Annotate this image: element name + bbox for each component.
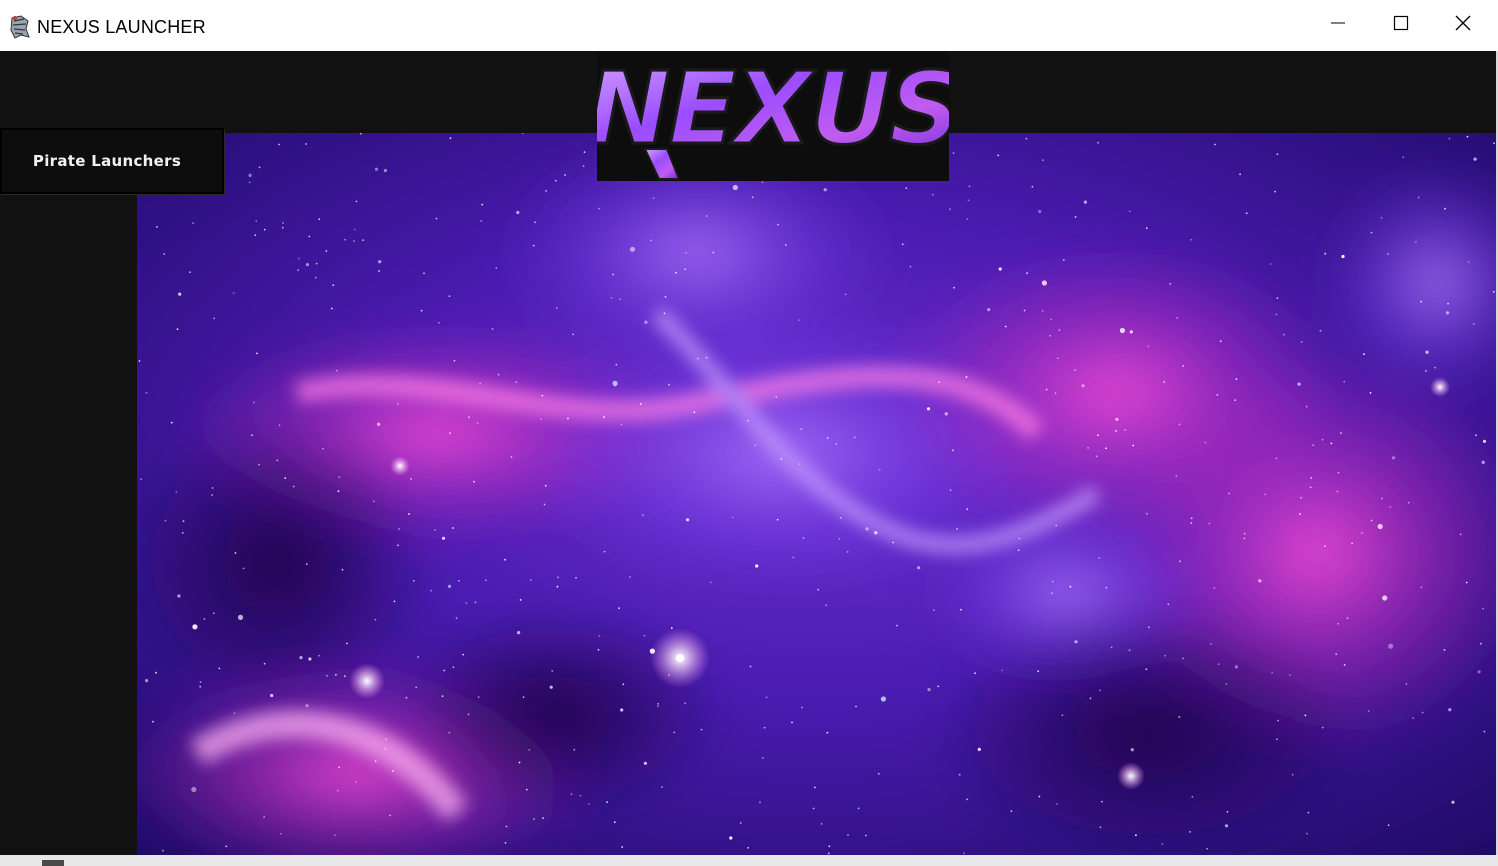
resize-grip[interactable] (42, 860, 64, 866)
nexus-logo: NEXUS (597, 51, 949, 181)
close-button[interactable] (1432, 0, 1494, 51)
app-window: NEXUS LAUNCHER Pirate Launchers NEXUS (0, 0, 1498, 866)
window-title: NEXUS LAUNCHER (37, 17, 206, 37)
sidebar-item-label: Pirate Launchers (32, 152, 182, 170)
maximize-icon (1393, 15, 1409, 36)
close-icon (1455, 15, 1471, 36)
title-bar[interactable]: NEXUS LAUNCHER (0, 0, 1498, 51)
minimize-icon (1330, 15, 1346, 36)
window-border-bottom (0, 855, 1498, 866)
sidebar-item-pirate-launchers[interactable]: Pirate Launchers (0, 128, 224, 194)
minimize-button[interactable] (1307, 0, 1369, 51)
maximize-button[interactable] (1370, 0, 1432, 51)
app-icon (9, 15, 31, 39)
galaxy-background-image (137, 133, 1496, 855)
